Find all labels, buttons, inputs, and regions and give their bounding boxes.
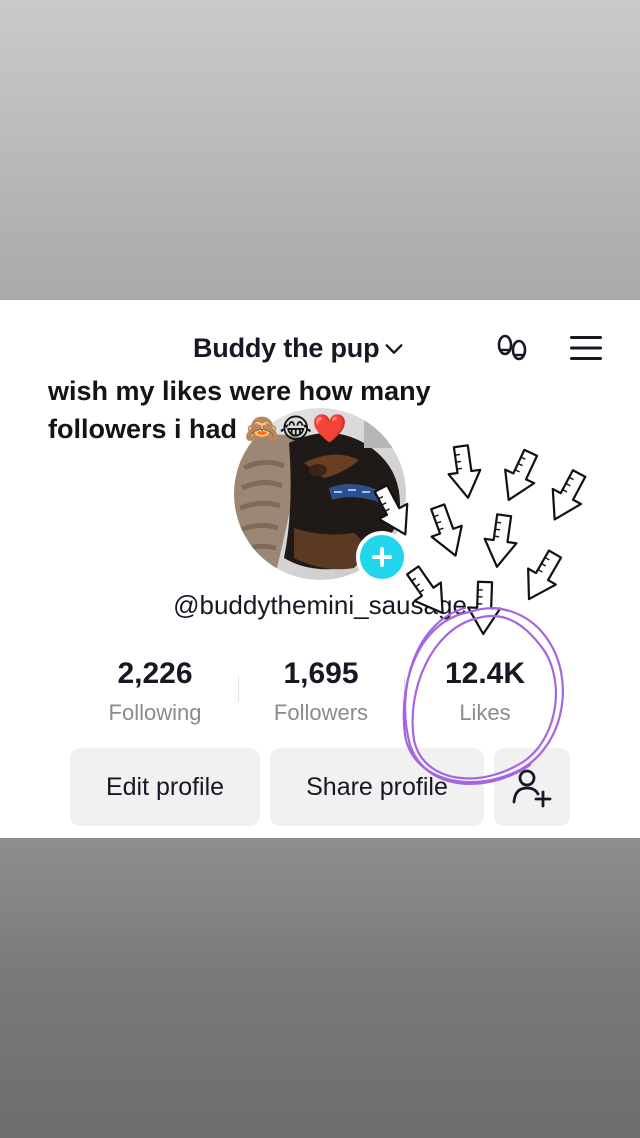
plus-icon <box>372 547 392 567</box>
bottom-backdrop <box>0 838 640 1138</box>
chevron-down-icon <box>385 344 403 354</box>
following-label: Following <box>108 700 202 725</box>
followers-count: 1,695 <box>283 657 359 690</box>
stat-followers[interactable]: 1,695 Followers <box>238 654 404 732</box>
likes-count: 12.4K <box>444 657 526 690</box>
username: @buddythemini_sausage <box>173 590 467 620</box>
story-caption: wish my likes were how many followers i … <box>48 372 468 448</box>
share-profile-button[interactable]: Share profile <box>270 748 484 826</box>
display-name: Buddy the pup <box>193 332 380 363</box>
footprints-icon[interactable] <box>492 328 532 368</box>
add-story-button[interactable] <box>356 531 408 583</box>
stats-row: 2,226 Following 1,695 Followers 12.4K Li… <box>72 654 568 734</box>
likes-label: Likes <box>459 700 511 725</box>
add-friend-icon <box>512 769 552 808</box>
following-count: 2,226 <box>117 657 193 690</box>
hamburger-menu-icon[interactable] <box>566 329 606 367</box>
top-backdrop <box>0 0 640 300</box>
add-friend-button[interactable] <box>494 748 570 826</box>
account-switcher[interactable]: Buddy the pup <box>193 330 405 366</box>
caption-line-2-text: followers i had <box>48 414 238 444</box>
caption-line-2: followers i had 🙈😂❤️ <box>48 410 468 448</box>
stat-likes[interactable]: 12.4K Likes <box>402 654 568 732</box>
edit-profile-button[interactable]: Edit profile <box>70 748 260 826</box>
caption-emojis: 🙈😂❤️ <box>244 413 347 444</box>
followers-label: Followers <box>273 700 369 725</box>
caption-line-1: wish my likes were how many <box>48 376 431 406</box>
stat-following[interactable]: 2,226 Following <box>72 654 238 732</box>
